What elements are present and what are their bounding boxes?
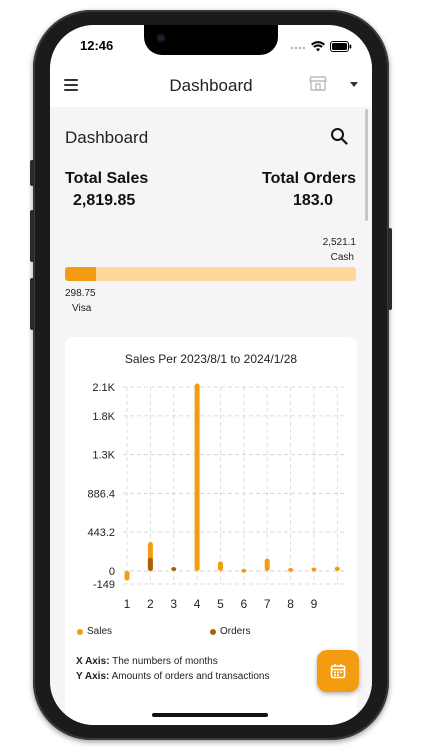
y-tick-label: 1.3K: [92, 449, 115, 461]
y-tick-label: 443.2: [87, 527, 115, 539]
x-axis-note-text: The numbers of months: [112, 656, 218, 667]
legend-orders-dot: [210, 628, 216, 635]
x-tick-label: 8: [287, 597, 294, 611]
wifi-icon: [311, 39, 325, 57]
bar-sales: [241, 568, 247, 573]
total-sales-value: 2,819.85: [73, 192, 136, 209]
sales-chart: -1490 443.2 886.4 1.3K 1.8K 2.1K 1 2 3 4 5 6 7 8 9: [87, 382, 345, 611]
legend-orders-label: Orders: [220, 626, 251, 637]
bar-sales: [264, 558, 270, 571]
page-title: Dashboard: [65, 128, 149, 147]
y-tick-label: 886.4: [87, 488, 115, 500]
bar-sales: [124, 570, 130, 581]
legend-sales: Sales: [77, 626, 112, 637]
app-bar: Dashboard: [50, 67, 372, 107]
volume-down-button: [30, 278, 34, 330]
bar-sales: [217, 561, 223, 571]
y-tick-label: 1.8K: [92, 411, 115, 423]
x-tick-label: 9: [311, 597, 318, 611]
visa-bar-fill: [65, 267, 96, 281]
bar-orders: [147, 557, 153, 571]
legend-orders: Orders: [210, 626, 251, 637]
volume-up-button: [30, 210, 34, 262]
cellular-signal-icon: [290, 39, 306, 57]
scrollbar[interactable]: [365, 109, 368, 221]
status-time: 12:46: [80, 38, 114, 53]
x-tick-label: 6: [240, 597, 247, 611]
x-tick-label: 7: [264, 597, 271, 611]
visa-amount: 298.75: [65, 288, 96, 299]
x-axis-note-label: X Axis:: [76, 656, 110, 667]
camera: [156, 33, 166, 43]
legend-sales-dot: [77, 628, 83, 635]
bar-sales: [311, 567, 317, 572]
date-range-button[interactable]: [317, 650, 359, 692]
x-tick-label: 1: [124, 597, 131, 611]
y-tick-label: -149: [93, 579, 115, 591]
calendar-icon: [330, 664, 346, 679]
total-orders-label: Total Orders: [262, 170, 356, 187]
y-axis-note-label: Y Axis:: [76, 671, 110, 682]
legend-sales-label: Sales: [87, 626, 113, 637]
notch: [144, 25, 278, 55]
phone-screen: 12:46 Dashboard Dashboard Total Sales 2,: [50, 25, 372, 725]
bar-sales: [288, 567, 294, 572]
home-indicator[interactable]: [152, 713, 268, 717]
x-tick-label: 3: [170, 597, 177, 611]
x-tick-label: 2: [147, 597, 154, 611]
bar-orders: [171, 567, 177, 572]
status-icons: [290, 39, 352, 57]
visa-label: Visa: [72, 303, 92, 314]
y-tick-label: 0: [109, 566, 115, 578]
chart-title: Sales Per 2023/8/1 to 2024/1/28: [124, 352, 298, 366]
x-tick-label: 5: [217, 597, 224, 611]
cash-amount: 2,521.1: [322, 237, 356, 248]
bar-sales: [194, 383, 200, 571]
mute-switch: [30, 160, 34, 186]
total-orders-value: 183.0: [292, 192, 333, 209]
sales-chart-card: Sales Per 2023/8/1 to 2024/1/28 -149 0 443…: [65, 337, 357, 725]
y-axis-note-text: Amounts of orders and transactions: [111, 671, 270, 682]
y-axis-note: Y Axis: Amounts of orders and transactio…: [76, 671, 269, 682]
store-dropdown-chevron-down-icon[interactable]: [350, 82, 358, 87]
bar-sales: [334, 566, 340, 571]
x-tick-label: 4: [194, 597, 201, 611]
battery-icon: [330, 39, 352, 57]
x-axis-note: X Axis: The numbers of months: [76, 656, 218, 667]
payment-split-bar: [65, 267, 356, 281]
store-icon[interactable]: [308, 73, 328, 98]
search-icon[interactable]: [330, 127, 348, 150]
power-button: [388, 228, 392, 310]
dashboard-content: Dashboard Total Sales 2,819.85 Total Ord…: [50, 107, 372, 725]
y-tick-label: 2.1K: [92, 382, 115, 394]
cash-label: Cash: [330, 252, 354, 263]
total-sales-label: Total Sales: [65, 170, 149, 187]
